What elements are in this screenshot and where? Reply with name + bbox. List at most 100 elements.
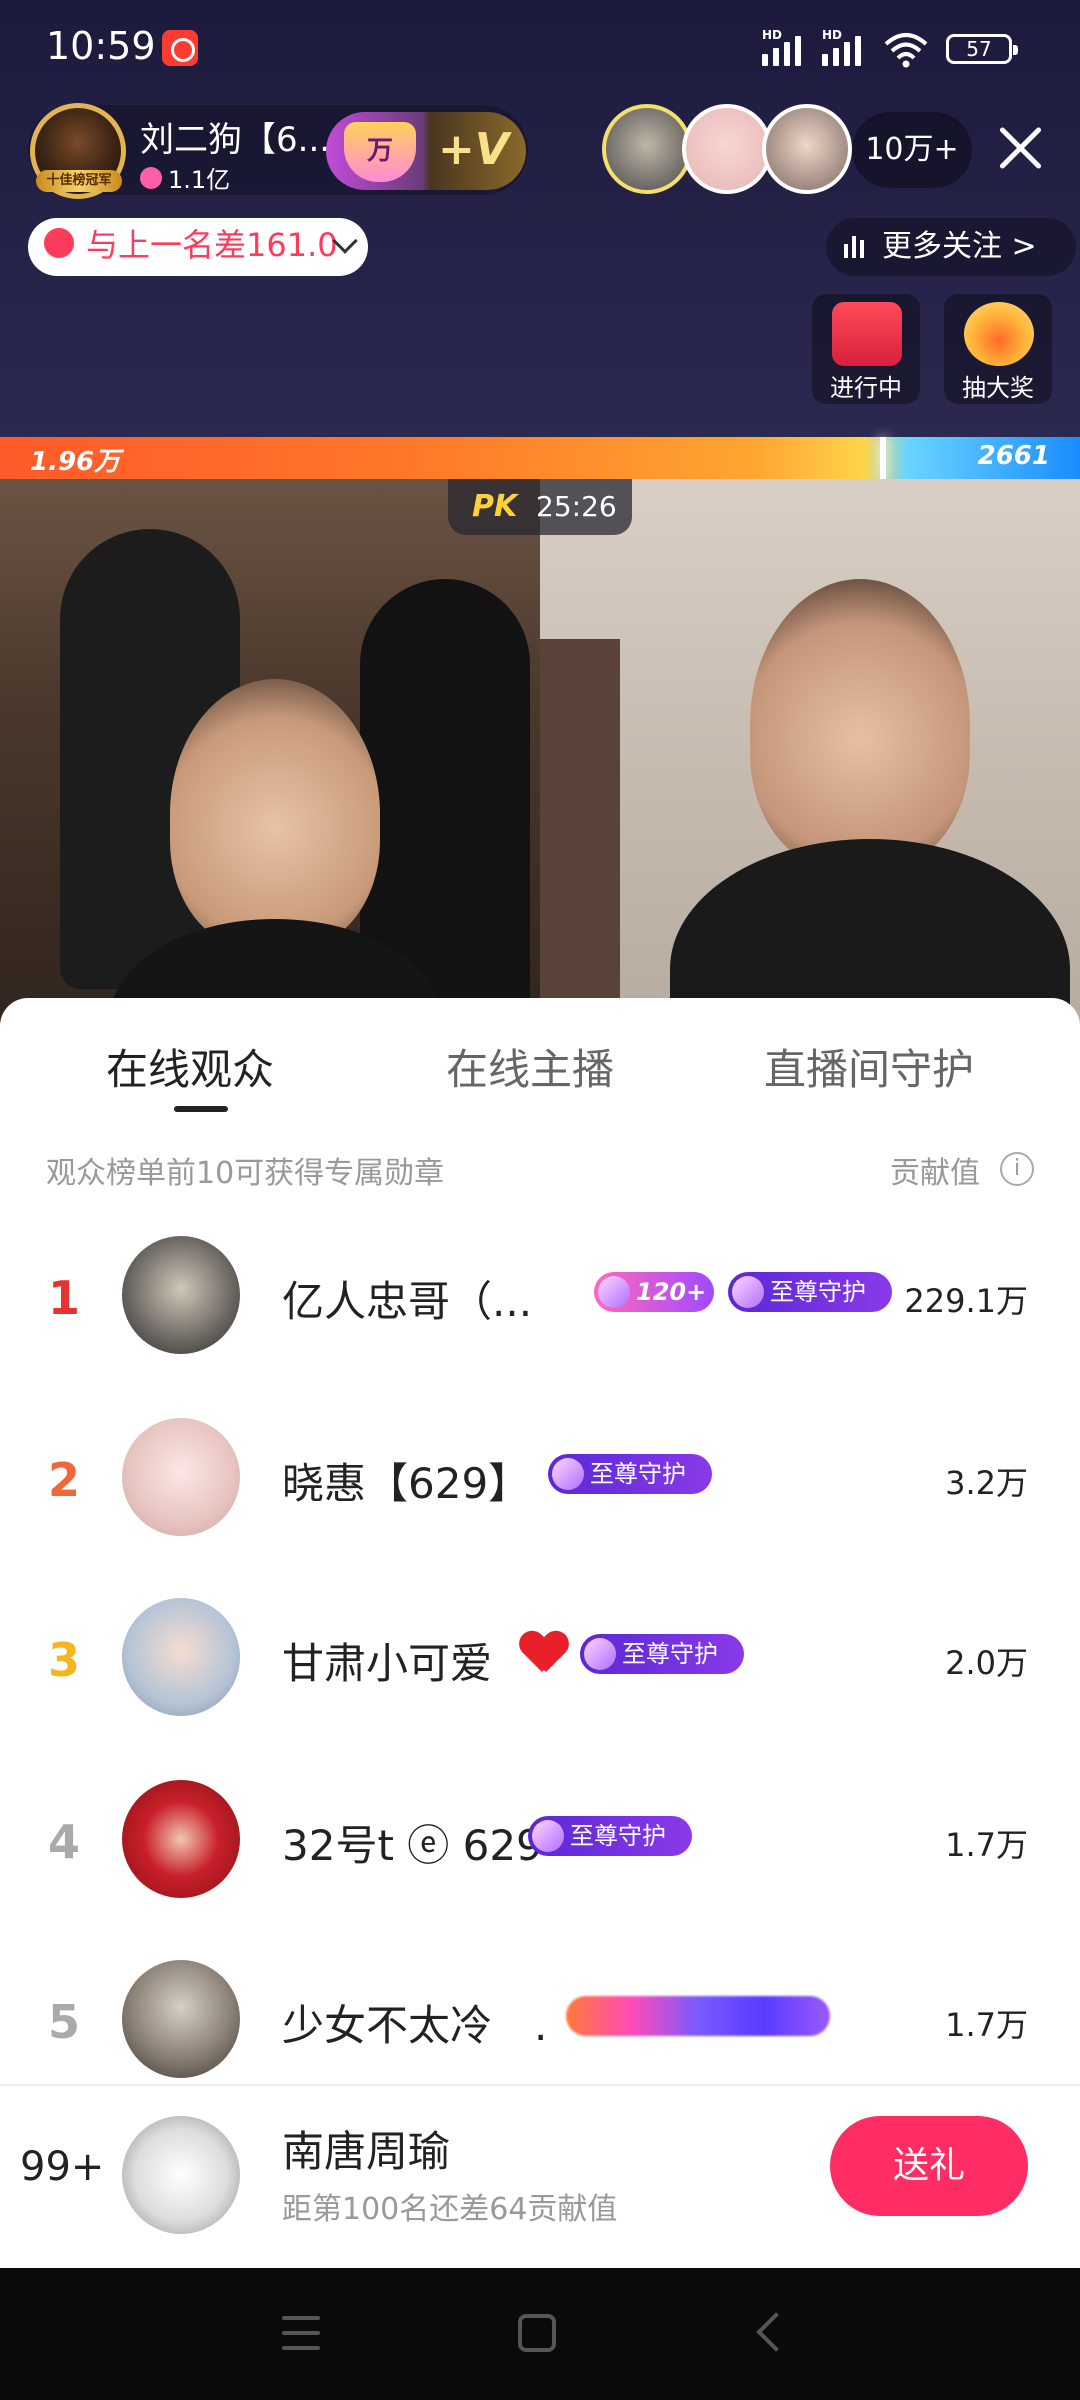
audience-name: 32号t ⓔ 629 xyxy=(282,1821,543,1870)
pk-logo: PK xyxy=(472,489,518,524)
viewer-avatar[interactable] xyxy=(762,104,852,194)
back-icon[interactable] xyxy=(756,2312,796,2352)
gem-icon xyxy=(552,1458,584,1490)
right-stream-video[interactable] xyxy=(540,479,1080,1039)
door-frame xyxy=(540,639,620,1039)
tab-online-hosts[interactable]: 在线主播 xyxy=(446,1036,614,1097)
rank-number: 4 xyxy=(47,1815,80,1869)
more-follow-label: 更多关注 > xyxy=(882,229,1037,264)
rank-gap-pill[interactable]: 与上一名差161.0 xyxy=(28,218,368,276)
left-stream-video[interactable] xyxy=(0,479,540,1039)
rank-number: 3 xyxy=(47,1633,80,1687)
guard-badge: 至尊守护 xyxy=(548,1454,712,1494)
status-time: 10:59 xyxy=(46,24,156,68)
system-nav-bar xyxy=(0,2268,1080,2400)
viewer-count-button[interactable]: 10万+ xyxy=(852,112,972,188)
app-notification-icon xyxy=(162,30,198,66)
list-item[interactable]: 4 32号t ⓔ 629 至尊守护 1.7万 xyxy=(0,1752,1080,1932)
guard-badge-label: 至尊守护 xyxy=(770,1278,866,1306)
avatar[interactable] xyxy=(122,1598,240,1716)
my-name: 南唐周瑜 xyxy=(282,2127,451,2176)
music-note-icon xyxy=(44,228,74,258)
guard-badge: 至尊守护 xyxy=(728,1272,892,1312)
tab-indicator xyxy=(174,1106,228,1112)
bars-icon xyxy=(844,236,864,258)
info-icon[interactable]: i xyxy=(1000,1152,1034,1186)
avatar[interactable] xyxy=(122,1780,240,1898)
avatar[interactable] xyxy=(122,1236,240,1354)
audience-name: 亿人忠哥（... xyxy=(282,1277,533,1326)
avatar[interactable] xyxy=(122,2116,240,2234)
red-envelope-icon xyxy=(832,302,902,366)
gem-icon xyxy=(532,1820,564,1852)
my-rank-bar: 99+ 南唐周瑜 距第100名还差64贡献值 送礼 xyxy=(0,2084,1080,2268)
pk-countdown: 25:26 xyxy=(536,490,617,523)
join-v-label: +V xyxy=(438,124,509,175)
pk-timer: PK 25:26 xyxy=(448,479,632,535)
hidden-badge xyxy=(566,1996,830,2036)
home-icon[interactable] xyxy=(518,2314,556,2352)
tab-online-audience[interactable]: 在线观众 xyxy=(106,1036,274,1097)
live-room-header: 10:59 HD HD 57 十佳榜冠军 刘二狗【6... 1.1亿 万 +V … xyxy=(0,0,1080,437)
pk-right-score: 2661 xyxy=(977,441,1050,471)
avatar[interactable] xyxy=(122,1960,240,2078)
wifi-icon xyxy=(884,33,928,68)
guard-badge-label: 至尊守护 xyxy=(570,1822,666,1850)
guard-badge: 至尊守护 xyxy=(580,1634,744,1674)
heart-icon xyxy=(520,1632,568,1680)
rank-gap-text: 与上一名差161.0 xyxy=(86,226,338,264)
contribution-value: 2.0万 xyxy=(945,1644,1028,1682)
status-bar: 10:59 HD HD 57 xyxy=(0,0,1080,100)
guard-badge-label: 至尊守护 xyxy=(622,1640,718,1668)
gem-icon xyxy=(732,1276,764,1308)
contribution-label: 贡献值 xyxy=(890,1156,980,1191)
pk-score-bar: 1.96万 2661 xyxy=(0,437,1080,479)
send-gift-button[interactable]: 送礼 xyxy=(830,2116,1028,2216)
level-badge-label: 120+ xyxy=(636,1278,707,1306)
rank-number: 2 xyxy=(47,1453,80,1507)
rank-number: 1 xyxy=(47,1271,80,1325)
close-icon[interactable] xyxy=(996,124,1044,172)
pk-divider xyxy=(880,437,886,479)
pk-left-score: 1.96万 xyxy=(30,447,121,477)
host-name: 刘二狗【6... xyxy=(140,120,331,160)
person-face xyxy=(170,679,380,949)
guard-badge-label: 至尊守护 xyxy=(590,1460,686,1488)
list-hint: 观众榜单前10可获得专属勋章 xyxy=(46,1156,445,1191)
list-item[interactable]: 3 甘肃小可爱 至尊守护 2.0万 xyxy=(0,1570,1080,1750)
contribution-value: 3.2万 xyxy=(945,1464,1028,1502)
host-fans: 1.1亿 xyxy=(140,160,230,195)
guard-badge: 至尊守护 xyxy=(528,1816,692,1856)
list-item[interactable]: 1 亿人忠哥（... 120+ 至尊守护 229.1万 xyxy=(0,1208,1080,1388)
battery-icon: 57 xyxy=(946,34,1018,64)
audience-name: 甘肃小可爱 xyxy=(282,1639,493,1688)
more-follow-button[interactable]: 更多关注 > xyxy=(826,218,1076,276)
gem-icon xyxy=(584,1638,616,1670)
my-gap-text: 距第100名还差64贡献值 xyxy=(282,2192,618,2227)
menu-icon[interactable] xyxy=(282,2316,320,2350)
audience-name: 晓惠【629】 xyxy=(282,1459,531,1508)
viewer-avatar[interactable] xyxy=(682,104,772,194)
activity-label: 抽大奖 xyxy=(962,374,1034,402)
level-badge: 120+ xyxy=(594,1272,714,1312)
tab-guardians[interactable]: 直播间守护 xyxy=(764,1036,974,1097)
contribution-value: 1.7万 xyxy=(945,2006,1028,2044)
signal-2-icon xyxy=(822,32,861,66)
host-avatar-tag: 十佳榜冠军 xyxy=(36,170,122,192)
viewer-avatar[interactable] xyxy=(602,104,692,194)
contribution-value: 229.1万 xyxy=(904,1282,1028,1320)
gem-icon xyxy=(598,1276,630,1308)
list-item[interactable]: 2 晓惠【629】 至尊守护 3.2万 xyxy=(0,1390,1080,1570)
lottery-icon xyxy=(964,302,1034,366)
audience-name: 少女不太冷 . xyxy=(282,2001,548,2050)
my-rank: 99+ xyxy=(20,2144,105,2190)
host-fans-count: 1.1亿 xyxy=(168,166,231,194)
fan-club-badge[interactable]: 万 +V xyxy=(326,112,526,190)
avatar[interactable] xyxy=(122,1418,240,1536)
contribution-value: 1.7万 xyxy=(945,1826,1028,1864)
activity-in-progress[interactable]: 进行中 xyxy=(812,294,920,404)
person-face xyxy=(750,579,970,869)
activity-lottery[interactable]: 抽大奖 xyxy=(944,294,1052,404)
activity-label: 进行中 xyxy=(830,374,902,402)
heart-icon xyxy=(140,166,162,189)
